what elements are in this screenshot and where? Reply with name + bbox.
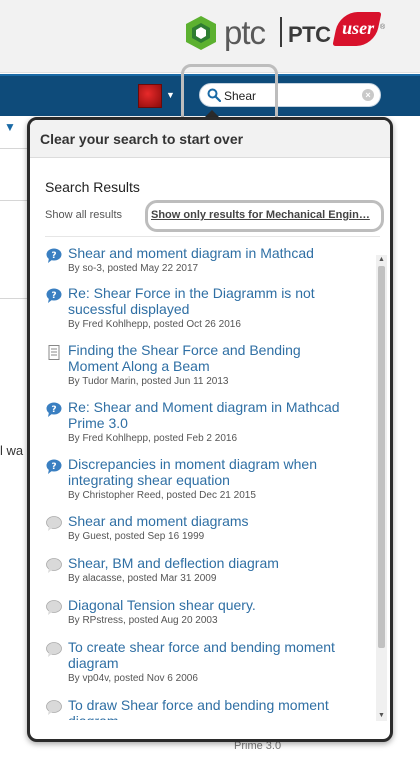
document-icon (48, 345, 60, 360)
divider (0, 298, 28, 299)
result-title[interactable]: Shear and moment diagram in Mathcad (68, 245, 353, 261)
chevron-down-icon[interactable]: ▼ (4, 120, 16, 134)
scroll-up-icon[interactable]: ▲ (376, 255, 387, 265)
divider (0, 200, 28, 201)
result-title[interactable]: Shear and moment diagrams (68, 513, 353, 529)
clear-search-icon[interactable]: × (362, 89, 374, 101)
result-title[interactable]: Diagonal Tension shear query. (68, 597, 353, 613)
discussion-icon (46, 700, 62, 715)
scroll-down-icon[interactable]: ▼ (376, 711, 387, 721)
divider (0, 148, 28, 149)
svg-text:?: ? (51, 251, 56, 261)
result-meta: By vp04v, posted Nov 6 2006 (68, 673, 198, 684)
logo-divider (280, 17, 282, 47)
result-meta: By Guest, posted Sep 16 1999 (68, 531, 205, 542)
chevron-down-icon[interactable]: ▼ (166, 90, 175, 100)
discussion-icon (46, 642, 62, 657)
svg-text:?: ? (51, 462, 56, 472)
site-header: ptc PTC user ® (0, 0, 420, 73)
background-text: l wa (0, 443, 24, 458)
result-title[interactable]: Discrepancies in moment diagram when int… (68, 456, 353, 488)
result-meta: By Christopher Reed, posted Dec 21 2015 (68, 490, 256, 501)
discussion-icon (46, 600, 62, 615)
result-meta: By so-3, posted May 22 2017 (68, 263, 199, 274)
svg-text:?: ? (51, 291, 56, 301)
divider (45, 236, 380, 237)
question-icon: ? (46, 288, 62, 303)
ptcuser-logo-text[interactable]: PTC (288, 22, 331, 48)
result-title[interactable]: To draw Shear force and bending moment d… (68, 697, 353, 720)
scrollbar-thumb[interactable] (378, 266, 385, 648)
show-all-results-link[interactable]: Show all results (45, 209, 122, 221)
ptc-logo-text[interactable]: ptc (224, 13, 266, 53)
result-title[interactable]: Re: Shear and Moment diagram in Mathcad … (68, 399, 353, 431)
discussion-icon (46, 558, 62, 573)
discussion-icon (46, 516, 62, 531)
result-meta: By Fred Kohlhepp, posted Feb 2 2016 (68, 433, 238, 444)
result-meta: By Fred Kohlhepp, posted Oct 26 2016 (68, 319, 241, 330)
user-avatar[interactable] (138, 84, 162, 108)
result-title[interactable]: To create shear force and bending moment… (68, 639, 353, 671)
ptcuser-logo-user-text: user (342, 18, 375, 38)
filter-highlight-annotation (145, 200, 384, 232)
result-title[interactable]: Re: Shear Force in the Diagramm is not s… (68, 285, 353, 317)
question-icon: ? (46, 459, 62, 474)
registered-mark: ® (380, 24, 386, 31)
ptc-logo-mark-icon[interactable] (184, 15, 218, 51)
result-meta: By Tudor Marin, posted Jun 11 2013 (68, 376, 229, 387)
search-results-list: ? Shear and moment diagram in Mathcad By… (42, 245, 377, 720)
svg-text:?: ? (51, 405, 56, 415)
ptcuser-logo-badge[interactable]: user (332, 12, 382, 46)
question-icon: ? (46, 248, 62, 263)
question-icon: ? (46, 402, 62, 417)
clear-search-header[interactable]: Clear your search to start over (30, 120, 390, 158)
result-title[interactable]: Finding the Shear Force and Bending Mome… (68, 342, 353, 374)
result-meta: By alacasse, posted Mar 31 2009 (68, 573, 217, 584)
results-scrollbar[interactable]: ▲ ▼ (376, 255, 387, 721)
clear-search-text[interactable]: Clear your search to start over (40, 131, 243, 147)
result-meta: By RPstress, posted Aug 20 2003 (68, 615, 218, 626)
result-title[interactable]: Shear, BM and deflection diagram (68, 555, 353, 571)
search-results-popup: Clear your search to start over Search R… (27, 117, 393, 742)
search-results-title: Search Results (45, 179, 140, 195)
